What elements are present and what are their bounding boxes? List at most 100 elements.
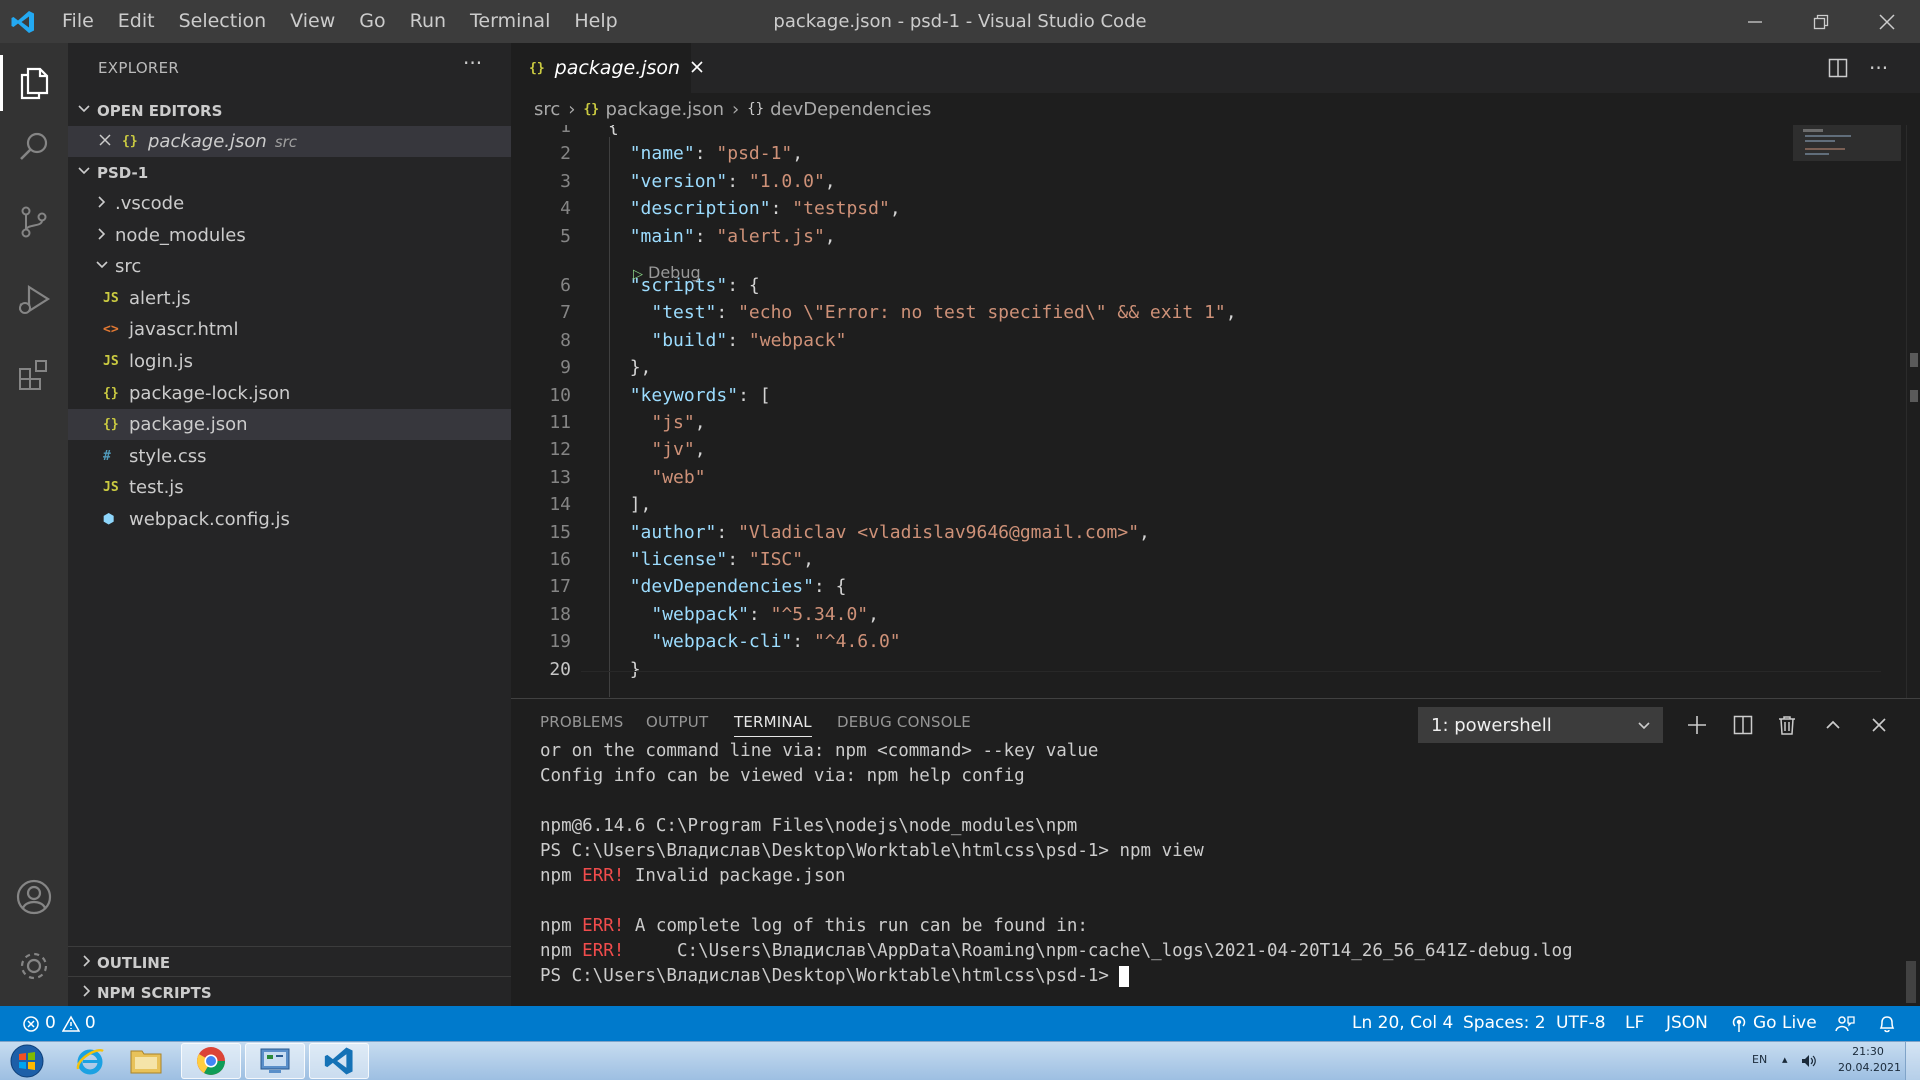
breadcrumb-item-file[interactable]: package.json (605, 99, 724, 120)
run-debug-button[interactable] (0, 268, 68, 332)
start-button[interactable] (2, 1043, 52, 1079)
indentation[interactable]: Spaces: 2 (1463, 1006, 1546, 1041)
open-editor-item[interactable]: {} package.json src (68, 126, 511, 157)
code-line: 4 "description": "testpsd", (511, 195, 1891, 222)
input-language[interactable]: EN (1752, 1053, 1767, 1066)
minimize-button[interactable] (1722, 0, 1788, 43)
menu-selection[interactable]: Selection (167, 0, 279, 43)
tab-problems[interactable]: PROBLEMS (540, 713, 623, 731)
breadcrumb-item-symbol[interactable]: devDependencies (770, 99, 931, 120)
taskbar-ie[interactable] (60, 1043, 120, 1079)
extensions-button[interactable] (0, 343, 68, 407)
line-number: 8 (560, 329, 571, 351)
clock-date: 20.04.2021 (1838, 1061, 1901, 1074)
menu-edit[interactable]: Edit (106, 0, 167, 43)
tree-folder-src[interactable]: src (68, 251, 511, 282)
tree-folder-nodemodules[interactable]: node_modules (68, 220, 511, 251)
tree-file[interactable]: JS alert.js (68, 283, 511, 314)
line-code: "web" (651, 466, 706, 488)
activity-bar (0, 43, 68, 1006)
bell-icon (1879, 1015, 1895, 1032)
terminal-select[interactable]: 1: powershell (1418, 707, 1663, 743)
split-editor-button[interactable] (1828, 43, 1848, 93)
kill-terminal-button[interactable] (1769, 707, 1805, 743)
menu-bar: File Edit Selection View Go Run Terminal… (50, 0, 630, 43)
tree-file[interactable]: JS login.js (68, 346, 511, 377)
json-file-icon: {} (122, 134, 138, 149)
encoding[interactable]: UTF-8 (1556, 1006, 1606, 1041)
line-number: 16 (549, 549, 571, 570)
taskbar-control-panel[interactable] (245, 1043, 305, 1079)
close-editor-icon[interactable] (98, 131, 122, 152)
tree-folder-vscode[interactable]: .vscode (68, 188, 511, 219)
tree-file[interactable]: {} package.json (68, 409, 511, 441)
editor-more-button[interactable]: ··· (1869, 43, 1888, 93)
terminal-scrollbar[interactable] (1906, 961, 1916, 1003)
taskbar-chrome[interactable] (181, 1043, 241, 1079)
account-icon (16, 879, 52, 915)
line-code: "webpack": "^5.34.0", (651, 603, 879, 625)
line-code: "jv", (651, 439, 706, 461)
tab-package-json[interactable]: {} package.json (511, 43, 703, 93)
breadcrumb-item-src[interactable]: src (534, 99, 560, 120)
tree-file[interactable]: ⬢ webpack.config.js (68, 504, 511, 535)
tab-output[interactable]: OUTPUT (646, 713, 708, 731)
code-line: 15 "author": "Vladiclav <vladislav9646@g… (511, 519, 1891, 546)
taskbar-vscode[interactable] (309, 1043, 369, 1079)
notifications-button[interactable] (1878, 1006, 1896, 1041)
project-section[interactable]: PSD-1 (68, 157, 511, 188)
tree-file[interactable]: <> javascr.html (68, 314, 511, 345)
problems-status[interactable]: 0 0 (22, 1006, 96, 1041)
editor-scrollbar[interactable] (1906, 125, 1920, 698)
minimap-slider[interactable] (1793, 125, 1901, 161)
volume-button[interactable] (1800, 1052, 1818, 1074)
tab-debug-console[interactable]: DEBUG CONSOLE (837, 713, 971, 731)
menu-go[interactable]: Go (347, 0, 397, 43)
tree-file[interactable]: # style.css (68, 441, 511, 472)
codelens-label: Debug (648, 263, 701, 282)
feedback-button[interactable] (1835, 1006, 1855, 1041)
menu-terminal[interactable]: Terminal (458, 0, 562, 43)
end-of-line[interactable]: LF (1625, 1006, 1644, 1041)
manage-button[interactable] (0, 934, 68, 998)
close-tab-icon[interactable] (690, 59, 704, 78)
explorer-button[interactable] (0, 51, 68, 115)
outline-section[interactable]: OUTLINE (68, 947, 511, 978)
code-line: 10 "keywords": [ (511, 382, 1891, 409)
source-control-button[interactable] (0, 190, 68, 254)
line-code: "author": "Vladiclav <vladislav9646@gmai… (629, 521, 1150, 543)
restore-button[interactable] (1788, 0, 1854, 43)
menu-run[interactable]: Run (398, 0, 458, 43)
show-desktop-button[interactable] (1905, 1042, 1920, 1080)
speaker-icon (1802, 1055, 1816, 1067)
language-mode[interactable]: JSON (1666, 1006, 1708, 1041)
current-line-highlight (581, 671, 1881, 698)
code-line: 8 "build": "webpack" (511, 327, 1891, 354)
clock[interactable]: 21:30 20.04.2021 (1838, 1044, 1901, 1076)
bottom-panel: PROBLEMS OUTPUT TERMINAL DEBUG CONSOLE 1… (511, 698, 1920, 1006)
code-line: 9 }, (511, 354, 1891, 381)
npm-scripts-section[interactable]: NPM SCRIPTS (68, 977, 511, 1008)
accounts-button[interactable] (0, 865, 68, 929)
taskbar-explorer[interactable] (116, 1043, 176, 1079)
maximize-panel-button[interactable] (1815, 707, 1851, 743)
tree-file[interactable]: {} package-lock.json (68, 378, 511, 409)
close-panel-button[interactable] (1861, 707, 1897, 743)
chevron-up-icon (1826, 720, 1840, 729)
tree-file[interactable]: JS test.js (68, 472, 511, 503)
explorer-more-button[interactable]: ··· (463, 51, 482, 75)
go-live-button[interactable]: Go Live (1731, 1006, 1817, 1041)
tab-terminal[interactable]: TERMINAL (734, 713, 812, 737)
open-editors-section[interactable]: OPEN EDITORS (68, 95, 511, 126)
menu-help[interactable]: Help (562, 0, 629, 43)
menu-file[interactable]: File (50, 0, 106, 43)
cursor-position[interactable]: Ln 20, Col 4 (1352, 1006, 1453, 1041)
close-window-button[interactable] (1854, 0, 1920, 43)
menu-view[interactable]: View (278, 0, 347, 43)
tray-expand-icon[interactable]: ▴ (1782, 1053, 1788, 1066)
debug-codelens[interactable]: ▷ Debug (633, 263, 701, 282)
split-terminal-button[interactable] (1725, 707, 1761, 743)
new-terminal-button[interactable] (1679, 707, 1715, 743)
search-button[interactable] (0, 115, 68, 179)
code-editor[interactable]: 1{2 "name": "psd-1", 3 "version": "1.0.0"… (511, 125, 1920, 698)
